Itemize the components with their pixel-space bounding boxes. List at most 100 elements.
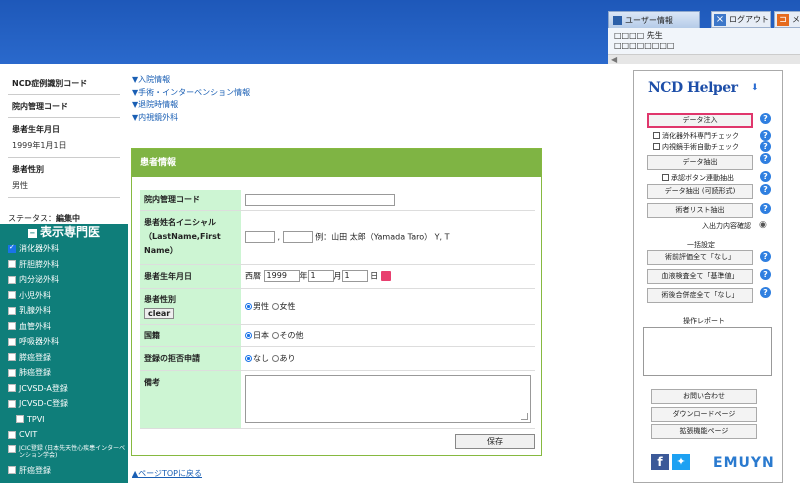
specialty-item[interactable]: JCVSD-C登録 [0,396,128,412]
dob-month-input[interactable]: 1 [307,270,334,282]
specialty-item[interactable]: 膵癌登録 [0,350,128,366]
download-page-button[interactable]: ダウンロードページ [651,407,757,422]
dob-year-input[interactable]: 1999 [263,270,300,282]
bulk-blood-normal-button[interactable]: 血液検査全て「基準値」 [647,269,753,284]
logout-button[interactable]: × ログアウト [711,11,771,28]
help-icon[interactable]: ? [760,203,771,214]
nav-admission[interactable]: ▼入院情報 [132,74,250,87]
specialty-label: CVIT [19,430,38,440]
specialty-item[interactable]: 小児外科 [0,288,128,304]
nav-discharge[interactable]: ▼退院時情報 [132,99,250,112]
eye-icon[interactable]: ◉ [759,220,767,230]
gi-check[interactable]: 消化器外科専門チェック [653,131,739,141]
specialty-checkbox[interactable] [8,444,16,453]
dob-era: 西暦 [245,271,261,281]
specialty-item[interactable]: 肺癌登録 [0,365,128,381]
help-icon[interactable]: ? [760,269,771,280]
refusal-none-radio[interactable] [245,354,252,362]
specialty-checkbox[interactable] [8,466,16,475]
operation-report-box[interactable] [643,327,772,376]
refusal-label: 登録の拒否申請 [140,346,241,371]
nation-other-label: その他 [279,330,304,340]
surgeon-list-button[interactable]: 術者リスト抽出 [647,203,753,218]
hospital-code-input[interactable] [245,193,395,206]
social-links: f ✦ [651,454,690,470]
nav-endoscopic[interactable]: ▼内視鏡外科 [132,112,250,125]
save-button[interactable]: 保存 [455,434,535,449]
menu-button[interactable]: ⊐ メニ [774,11,800,28]
bulk-complication-none-button[interactable]: 術後合併症全て「なし」 [647,288,753,303]
specialty-checkbox[interactable] [8,291,16,300]
specialty-item[interactable]: TPVI [0,412,128,428]
back-to-top-link[interactable]: ▲ページTOPに戻る [132,468,202,479]
help-icon[interactable]: ? [760,141,771,152]
help-icon[interactable]: ? [760,153,771,164]
arrow-down-icon[interactable]: ⬇ [751,83,759,93]
user-subtitle: □□□□□□□□ [614,41,675,50]
nav-surgery[interactable]: ▼手術・インターベンション情報 [132,87,250,100]
endo-checkbox[interactable] [653,143,660,150]
ncd-helper-panel: NCD Helper ⬇ データ注入 ? 消化器外科専門チェック ? 内視鏡手術… [633,70,783,483]
code-label: 院内管理コード [140,190,241,211]
twitter-icon[interactable]: ✦ [672,454,690,470]
specialty-checkbox[interactable] [8,322,16,331]
specialty-checkbox[interactable] [8,260,16,269]
specialty-item[interactable]: JCVSD-A登録 [0,381,128,397]
help-icon[interactable]: ? [760,184,771,195]
specialty-checkbox[interactable] [8,275,16,284]
horizontal-scrollbar[interactable]: ◀ [608,54,800,64]
user-info-tab[interactable]: ユーザー情報 [608,11,700,28]
gi-checkbox[interactable] [653,132,660,139]
extension-page-button[interactable]: 拡張機能ページ [651,424,757,439]
help-icon[interactable]: ? [760,251,771,262]
specialty-checkbox[interactable] [8,243,16,253]
specialty-item[interactable]: 肝癌登録 [0,463,128,479]
sex-female-radio[interactable] [271,302,279,310]
sex-value: 男性 [8,177,120,198]
endo-check[interactable]: 内視鏡手術自動チェック [653,142,739,152]
data-extract-readable-button[interactable]: データ抽出 (可読形式) [647,184,753,199]
specialty-checkbox[interactable] [8,337,16,346]
bulk-eval-none-button[interactable]: 術前評価全て「なし」 [647,250,753,265]
sex-male-radio[interactable] [245,302,252,310]
nation-japan-radio[interactable] [245,331,252,339]
specialty-item[interactable]: JCIC登録 (日本先天性心疾患インターベンション学会) [0,443,128,463]
refusal-yes-radio[interactable] [271,354,279,362]
dob-label: 患者生年月日 [12,125,60,134]
calendar-icon[interactable] [381,271,392,281]
unapproved-checkbox[interactable] [662,174,669,181]
facebook-icon[interactable]: f [651,454,669,470]
specialty-item[interactable]: 内分泌外科 [0,272,128,288]
specialty-item[interactable]: 肝胆膵外科 [0,257,128,273]
specialty-checkbox[interactable] [8,399,16,408]
io-check-label[interactable]: 入出力内容確認 [702,221,751,231]
specialty-item[interactable]: 血管外科 [0,319,128,335]
scroll-left-icon[interactable]: ◀ [611,55,617,64]
help-icon[interactable]: ? [760,171,771,182]
specialty-item[interactable]: CVIT [0,427,128,443]
specialty-item[interactable]: 消化器外科 [0,241,128,257]
sex-clear-button[interactable]: clear [144,307,175,319]
specialty-checkbox[interactable] [8,430,16,439]
specialty-checkbox[interactable] [8,353,16,362]
help-icon[interactable]: ? [760,113,771,124]
initial-last-input[interactable] [245,231,275,243]
initial-first-input[interactable] [282,231,313,243]
data-extract-button[interactable]: データ抽出 [647,155,753,170]
dob-day-input[interactable]: 1 [341,270,368,282]
specialty-checkbox[interactable] [16,415,24,424]
specialty-item[interactable]: 呼吸器外科 [0,334,128,350]
specialty-item[interactable]: 乳腺外科 [0,303,128,319]
help-icon[interactable]: ? [760,287,771,298]
nation-other-radio[interactable] [271,331,279,339]
collapse-icon[interactable]: − [27,229,37,238]
specialty-title[interactable]: − 表示専門医 [0,224,128,241]
unapproved-check[interactable]: 承認ボタン連動抽出 [662,173,734,183]
specialty-checkbox[interactable] [8,306,16,315]
help-icon[interactable]: ? [760,130,771,141]
specialty-checkbox[interactable] [8,368,16,377]
specialty-checkbox[interactable] [8,384,16,393]
contact-button[interactable]: お問い合わせ [651,389,757,404]
data-inject-button[interactable]: データ注入 [647,113,753,128]
note-textarea[interactable] [245,375,531,423]
